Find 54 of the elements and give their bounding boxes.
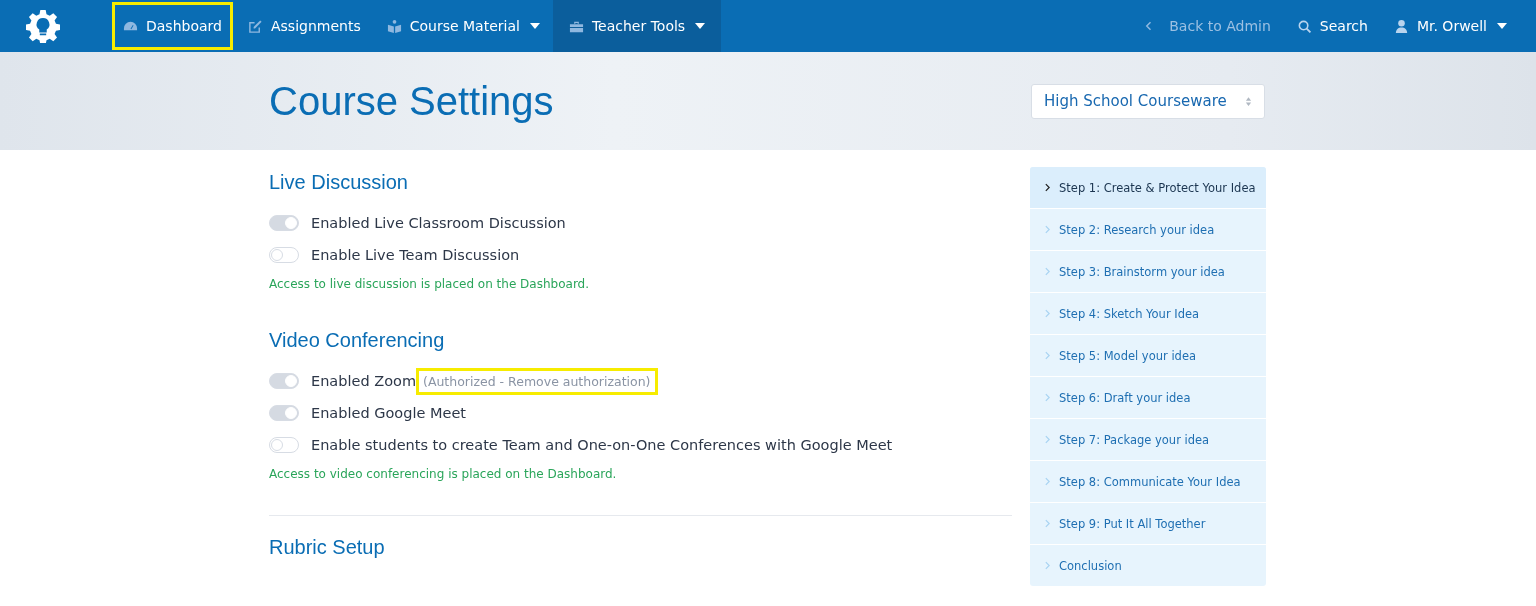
help-note: Access to video conferencing is placed on the Dashboard.	[269, 467, 618, 481]
nav-link[interactable]: Search	[1283, 0, 1381, 52]
sort-arrows-icon	[1245, 95, 1252, 107]
toggle-label: Enable students to create Team and One-on-One Conferences with Google Meet	[311, 437, 893, 453]
step-link[interactable]: Step 7: Package your idea	[1030, 419, 1266, 461]
step-link[interactable]: Step 3: Brainstorm your idea	[1030, 251, 1266, 293]
chevron-right-icon	[1045, 477, 1050, 486]
authorization-link[interactable]: (Authorized - Remove authorization)	[419, 370, 655, 392]
toggle-label: Enable Live Team Discussion	[311, 247, 520, 263]
course-select[interactable]: High School Courseware	[1031, 83, 1265, 119]
caret-down-icon	[1497, 23, 1507, 29]
gear-bulb-logo-icon[interactable]	[26, 9, 60, 43]
toggle-switch[interactable]	[269, 247, 299, 263]
nav-link[interactable]: Mr. Orwell	[1380, 0, 1520, 52]
chevron-right-icon	[1045, 519, 1050, 528]
caret-down-icon	[529, 23, 540, 29]
chevron-right-icon	[1045, 309, 1050, 318]
chevron-right-icon	[1045, 393, 1050, 402]
chevron-right-icon	[1045, 561, 1050, 570]
step-link[interactable]: Step 2: Research your idea	[1030, 209, 1266, 251]
toggle-label: Enabled Google Meet	[311, 405, 466, 421]
toggle-switch[interactable]	[269, 373, 299, 389]
user-icon	[1393, 18, 1409, 34]
help-note: Access to live discussion is placed on the Dashboard.	[269, 277, 591, 291]
nav-link[interactable]: Assignments	[234, 0, 374, 52]
chevron-right-icon	[1045, 351, 1050, 360]
toggle-switch[interactable]	[269, 437, 299, 453]
step-link[interactable]: Step 4: Sketch Your Idea	[1030, 293, 1266, 335]
page-title: Course Settings	[269, 78, 554, 124]
toggle-switch[interactable]	[269, 215, 299, 231]
section-heading: Rubric Setup	[269, 535, 386, 558]
toggle-label: Enabled Live Classroom Discussion	[311, 215, 566, 231]
chevron-right-icon	[1045, 435, 1050, 444]
edit-icon	[247, 18, 263, 34]
step-link[interactable]: Conclusion	[1030, 545, 1266, 586]
section-heading: Video Conferencing	[269, 328, 446, 351]
chevron-right-icon	[1045, 225, 1050, 234]
nav-link[interactable]: Dashboard	[110, 0, 235, 52]
chevron-right-icon	[1045, 267, 1050, 276]
step-link[interactable]: Step 8: Communicate Your Idea	[1030, 461, 1266, 503]
chevron-right-icon	[1045, 183, 1050, 192]
step-link[interactable]: Step 1: Create & Protect Your Idea	[1030, 167, 1266, 209]
nav-link[interactable]: Back to Admin	[1130, 0, 1284, 52]
toggle-label: Enabled Zoom	[311, 373, 416, 389]
section-heading: Live Discussion	[269, 170, 409, 193]
nav-link[interactable]: Teacher Tools	[552, 0, 722, 52]
search-icon	[1296, 18, 1312, 34]
step-link[interactable]: Step 5: Model your idea	[1030, 335, 1266, 377]
nav-link[interactable]: Course Material	[373, 0, 553, 52]
step-link[interactable]: Step 9: Put It All Together	[1030, 503, 1266, 545]
step-link[interactable]: Step 6: Draft your idea	[1030, 377, 1266, 419]
caret-down-icon	[695, 23, 706, 29]
book-icon	[386, 18, 402, 34]
toggle-switch[interactable]	[269, 405, 299, 421]
